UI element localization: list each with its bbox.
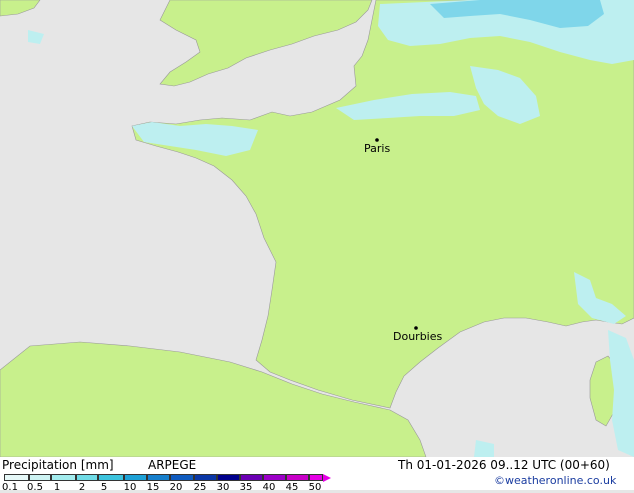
scale-swatch xyxy=(286,474,309,481)
scale-swatch xyxy=(194,474,217,481)
scale-tick-label: 45 xyxy=(285,482,299,493)
scale-tick-label: 0.5 xyxy=(27,482,43,493)
scale-tick-label: 15 xyxy=(146,482,160,493)
scale-tick-label: 10 xyxy=(123,482,137,493)
scale-tick-label: 40 xyxy=(262,482,276,493)
scale-tick-label: 35 xyxy=(239,482,253,493)
model-name: ARPEGE xyxy=(148,458,197,472)
scale-swatch xyxy=(170,474,194,481)
scale-tick-label: 5 xyxy=(100,482,108,493)
scale-tick-label: 30 xyxy=(216,482,230,493)
scale-swatch xyxy=(217,474,240,481)
scale-tick-label: 50 xyxy=(308,482,322,493)
precipitation-map xyxy=(0,0,634,457)
scale-tick-label: 2 xyxy=(78,482,86,493)
scale-tick-label: 0.1 xyxy=(2,482,18,493)
scale-swatch xyxy=(4,474,29,481)
scale-tick-label: 20 xyxy=(169,482,183,493)
scale-swatch xyxy=(240,474,263,481)
scale-swatch xyxy=(98,474,124,481)
scale-swatch xyxy=(309,474,323,481)
scale-swatch xyxy=(51,474,76,481)
scale-swatch xyxy=(147,474,170,481)
scale-swatch xyxy=(263,474,286,481)
scale-swatch xyxy=(124,474,147,481)
credit-text: ©weatheronline.co.uk xyxy=(494,474,617,487)
scale-arrow xyxy=(323,474,331,482)
map-panel: Paris Dourbies Precipitation [mm] ARPEGE… xyxy=(0,0,634,493)
valid-time: Th 01-01-2026 09..12 UTC (00+60) xyxy=(398,458,610,472)
scale-swatch xyxy=(29,474,51,481)
chart-title: Precipitation [mm] xyxy=(2,458,114,472)
scale-swatch xyxy=(76,474,98,481)
city-label-paris: Paris xyxy=(364,142,391,155)
scale-tick-label: 25 xyxy=(193,482,207,493)
scale-tick-label: 1 xyxy=(53,482,61,493)
city-label-dourbies: Dourbies xyxy=(393,330,443,343)
